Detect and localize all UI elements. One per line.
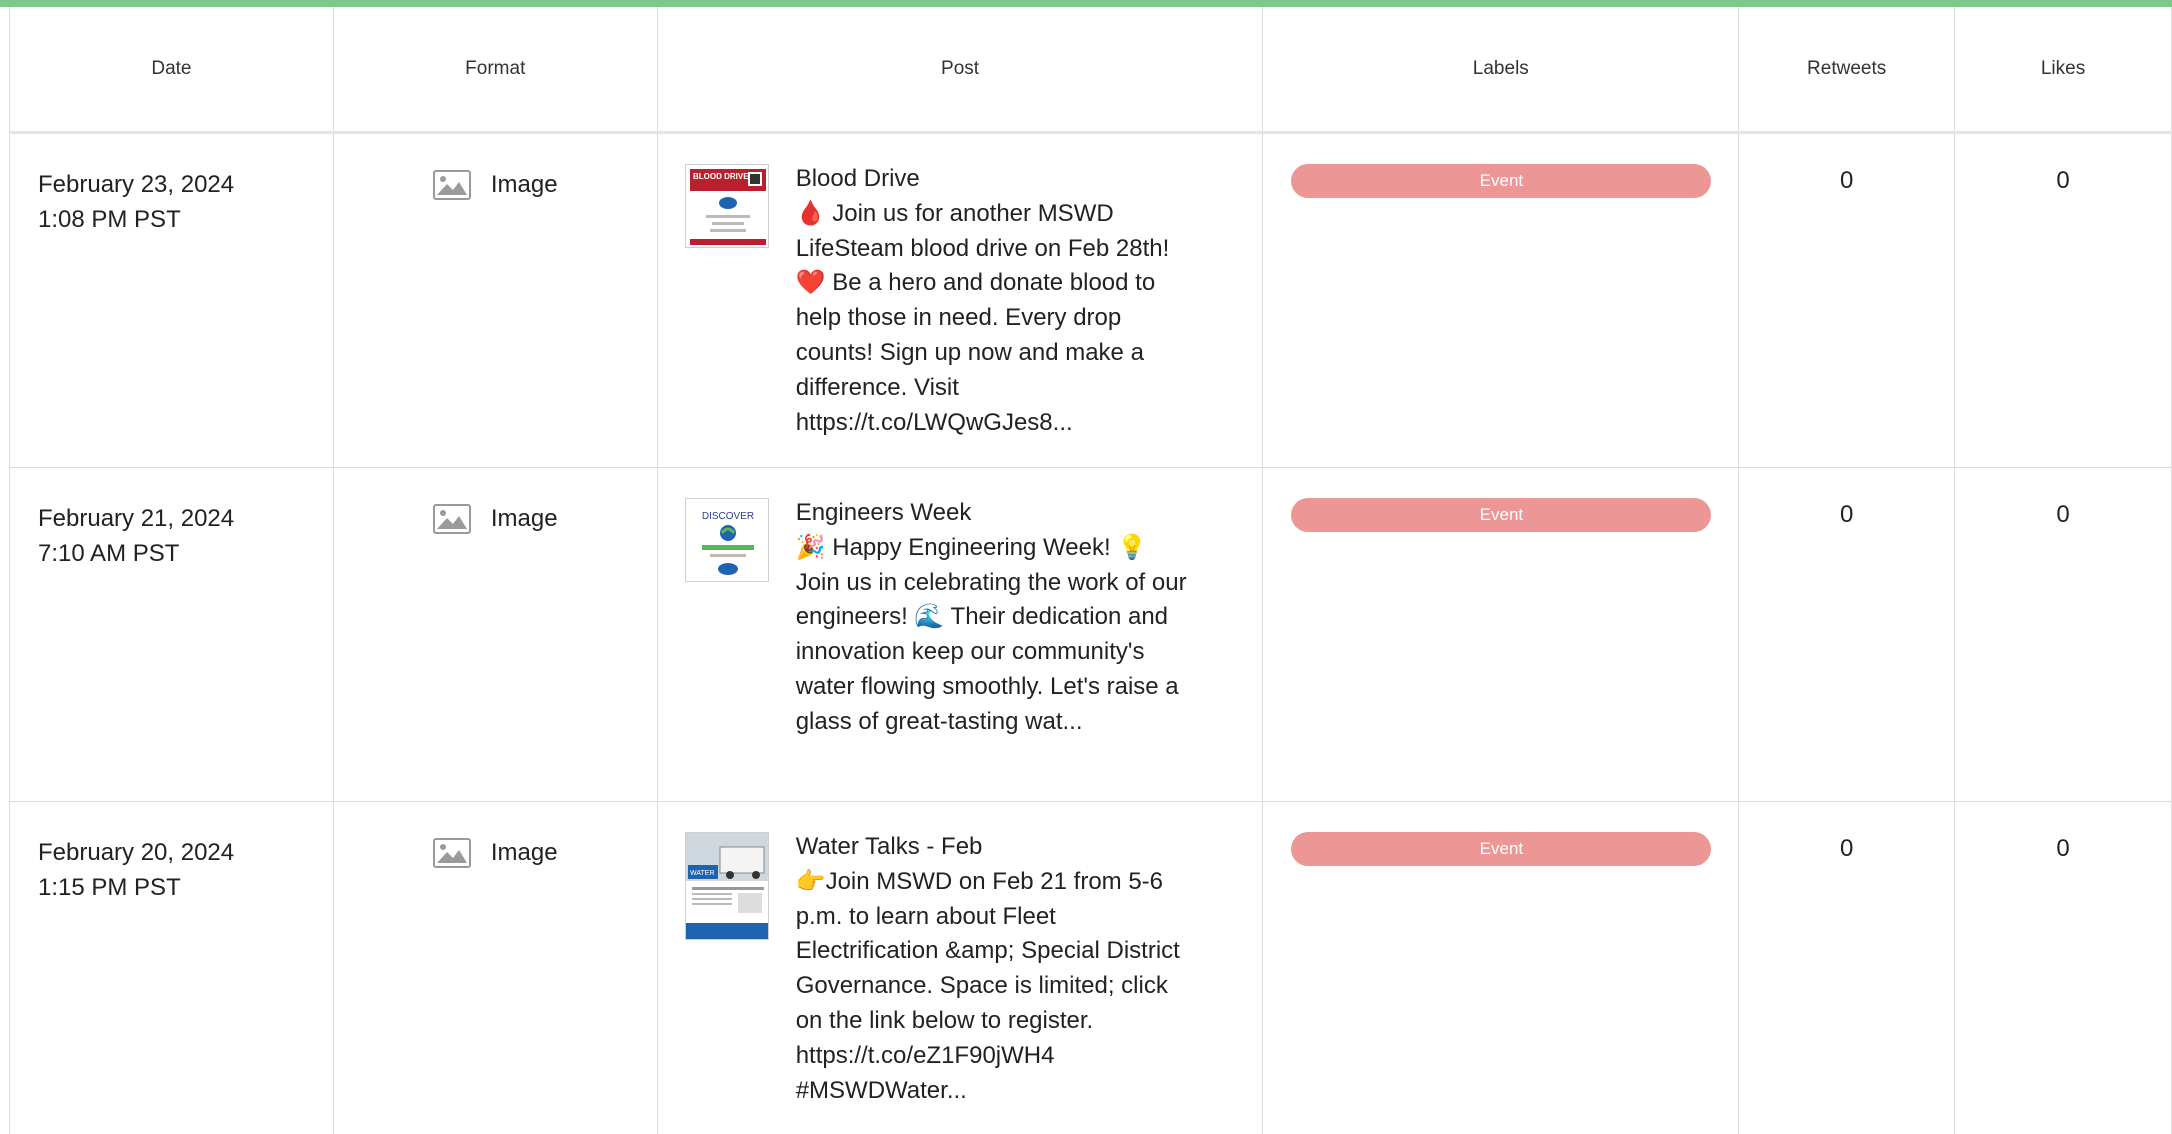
date-cell: February 23, 2024 1:08 PM PST — [10, 134, 334, 467]
post-title[interactable]: Water Talks - Feb — [796, 830, 1196, 865]
post-cell: DISCOVER Engineers Week 🎉 Happy Engineer… — [658, 468, 1264, 801]
retweets-count: 0 — [1839, 835, 1854, 862]
column-header-date[interactable]: Date — [10, 7, 334, 131]
labels-cell: Event — [1263, 802, 1740, 1134]
label-badge[interactable]: Event — [1291, 498, 1712, 532]
post-date: February 20, 2024 — [38, 839, 235, 866]
format-label: Image — [490, 505, 558, 532]
posts-table: Date Format Post Labels Retweets Likes F… — [9, 7, 2172, 1134]
column-header-likes[interactable]: Likes — [1955, 7, 2172, 131]
likes-cell: 0 — [1955, 468, 2172, 801]
post-body: 🩸 Join us for another MSWD LifeSteam blo… — [795, 199, 1170, 436]
water-talks-flyer-image: WATER — [685, 833, 768, 939]
post-time: 1:15 PM PST — [38, 874, 181, 901]
retweets-count: 0 — [1839, 167, 1854, 194]
table-row[interactable]: February 23, 2024 1:08 PM PST Image BLOO… — [9, 134, 2172, 468]
likes-count: 0 — [2056, 835, 2070, 862]
image-icon — [432, 170, 471, 200]
svg-text:DISCOVER: DISCOVER — [702, 511, 754, 522]
likes-cell: 0 — [1955, 802, 2172, 1134]
retweets-cell: 0 — [1739, 802, 1956, 1134]
post-title[interactable]: Engineers Week — [796, 496, 1196, 531]
top-accent-bar — [0, 0, 2172, 7]
svg-text:BLOOD DRIVE: BLOOD DRIVE — [693, 172, 749, 181]
table-header: Date Format Post Labels Retweets Likes — [9, 7, 2172, 134]
labels-cell: Event — [1263, 468, 1740, 801]
table-row[interactable]: February 21, 2024 7:10 AM PST Image DISC… — [9, 468, 2172, 802]
date-cell: February 21, 2024 7:10 AM PST — [10, 468, 334, 801]
blood-drive-flyer-image: BLOOD DRIVE — [685, 165, 768, 247]
labels-cell: Event — [1263, 134, 1740, 467]
format-cell: Image — [334, 802, 658, 1134]
retweets-cell: 0 — [1739, 134, 1956, 467]
likes-cell: 0 — [1955, 134, 2172, 467]
likes-count: 0 — [2056, 167, 2070, 194]
post-time: 7:10 AM PST — [38, 540, 180, 567]
post-body: 🎉 Happy Engineering Week! 💡 Join us in c… — [795, 533, 1187, 735]
retweets-cell: 0 — [1739, 468, 1956, 801]
format-cell: Image — [334, 134, 658, 467]
post-cell: WATER Water Talks - Feb 👉Join MSWD on Fe… — [658, 802, 1264, 1134]
column-header-post[interactable]: Post — [658, 7, 1264, 131]
post-body: 👉Join MSWD on Feb 21 from 5-6 p.m. to le… — [795, 867, 1180, 1104]
format-label: Image — [490, 839, 558, 866]
post-cell: BLOOD DRIVE Blood Drive 🩸 Join us for an… — [658, 134, 1264, 467]
label-badge[interactable]: Event — [1291, 832, 1712, 866]
retweets-count: 0 — [1839, 501, 1854, 528]
column-header-retweets[interactable]: Retweets — [1739, 7, 1956, 131]
label-badge[interactable]: Event — [1291, 164, 1712, 198]
date-cell: February 20, 2024 1:15 PM PST — [10, 802, 334, 1134]
image-icon — [432, 838, 471, 868]
column-header-format[interactable]: Format — [334, 7, 658, 131]
post-thumbnail[interactable]: WATER — [684, 832, 769, 940]
post-thumbnail[interactable]: BLOOD DRIVE — [684, 164, 769, 248]
post-title[interactable]: Blood Drive — [796, 162, 1196, 197]
post-thumbnail[interactable]: DISCOVER — [684, 498, 769, 582]
svg-text:WATER: WATER — [690, 870, 715, 877]
post-date: February 21, 2024 — [38, 505, 235, 532]
post-date: February 23, 2024 — [38, 171, 235, 198]
post-time: 1:08 PM PST — [38, 206, 181, 233]
engineers-week-flyer-image: DISCOVER — [685, 499, 768, 581]
column-header-labels[interactable]: Labels — [1263, 7, 1740, 131]
format-cell: Image — [334, 468, 658, 801]
table-row[interactable]: February 20, 2024 1:15 PM PST Image WATE… — [9, 802, 2172, 1134]
likes-count: 0 — [2056, 501, 2070, 528]
image-icon — [432, 504, 471, 534]
format-label: Image — [490, 171, 558, 198]
